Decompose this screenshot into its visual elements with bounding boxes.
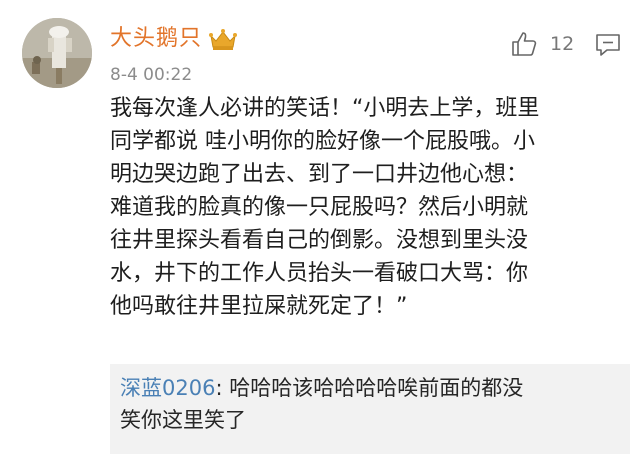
reply-text: 深蓝0206: 哈哈哈该哈哈哈哈唉前面的都没 笑你这里笑了	[120, 372, 620, 436]
comment-text-line: 难道我的脸真的像一只屁股吗？然后小明就	[110, 195, 529, 220]
comment-text-line: 往井里探头看看自己的倒影。没想到里头没	[110, 228, 529, 253]
comment-text: 我每次逢人必讲的笑话！“小明去上学，班里 同学都说 哇小明你的脸好像一个屁股哦。…	[110, 92, 630, 323]
comment-icon	[596, 34, 620, 56]
crown-icon	[209, 29, 237, 50]
reply-separator: :	[215, 376, 230, 400]
like-button[interactable]: 12	[510, 30, 574, 58]
username[interactable]: 大头鹅只	[110, 24, 202, 54]
comment-text-line: 明边哭边跑了出去、到了一口井边他心想：	[110, 162, 529, 187]
reply-line: 深蓝0206: 哈哈哈该哈哈哈哈唉前面的都没	[120, 372, 620, 404]
reply-button[interactable]	[595, 33, 621, 57]
reply-text-line: 笑你这里笑了	[120, 408, 246, 432]
comment-text-line: 他吗敢往井里拉屎就死定了！”	[110, 294, 408, 319]
comment-text-line: 我每次逢人必讲的笑话！“小明去上学，班里	[110, 96, 540, 121]
comment-timestamp: 8-4 00:22	[110, 65, 193, 85]
comment-text-line: 水，井下的工作人员抬头一看破口大骂：你	[110, 261, 529, 286]
thumbs-up-icon	[512, 32, 537, 56]
avatar[interactable]	[22, 18, 92, 88]
reply-preview[interactable]: 深蓝0206: 哈哈哈该哈哈哈哈唉前面的都没 笑你这里笑了	[110, 364, 630, 454]
comment-text-line: 同学都说 哇小明你的脸好像一个屁股哦。小	[110, 129, 535, 154]
like-count: 12	[550, 33, 575, 55]
reply-author[interactable]: 深蓝0206	[120, 376, 215, 400]
comment-card: 大头鹅只 8-4 00:22 12 我每次逢人必讲的笑话！“小明去上学，班里 同…	[0, 0, 640, 469]
reply-text-line: 哈哈哈该哈哈哈哈唉前面的都没	[229, 376, 524, 400]
